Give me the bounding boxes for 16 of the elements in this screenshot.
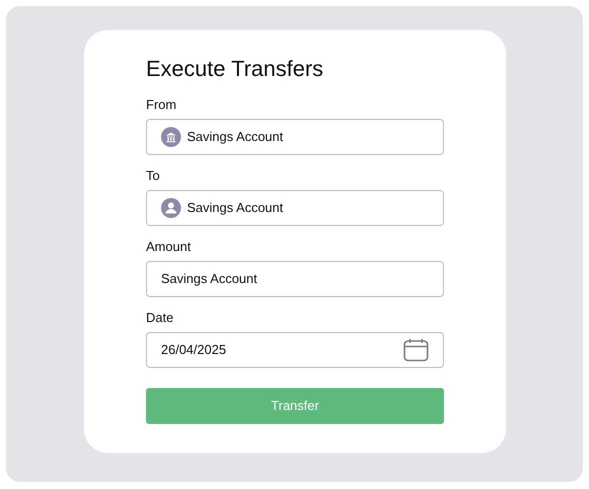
calendar-icon[interactable] <box>403 338 429 362</box>
date-field[interactable]: 26/04/2025 <box>146 332 444 368</box>
field-label: To <box>146 169 161 182</box>
field-value: Savings Account <box>187 128 284 146</box>
input-field[interactable]: Savings Account <box>146 261 444 297</box>
field-label: Amount <box>146 240 192 253</box>
form-title: Execute Transfers <box>146 58 324 80</box>
field-value: 26/04/2025 <box>161 341 228 360</box>
account-field[interactable]: Savings Account <box>146 190 444 226</box>
field-value: Savings Account <box>161 270 258 288</box>
bank-icon <box>161 127 181 147</box>
field-label: Date <box>146 311 174 324</box>
account-field[interactable]: Savings Account <box>146 119 444 155</box>
field-value: Savings Account <box>187 199 284 218</box>
user-icon <box>161 198 181 218</box>
field-label: From <box>146 98 178 111</box>
